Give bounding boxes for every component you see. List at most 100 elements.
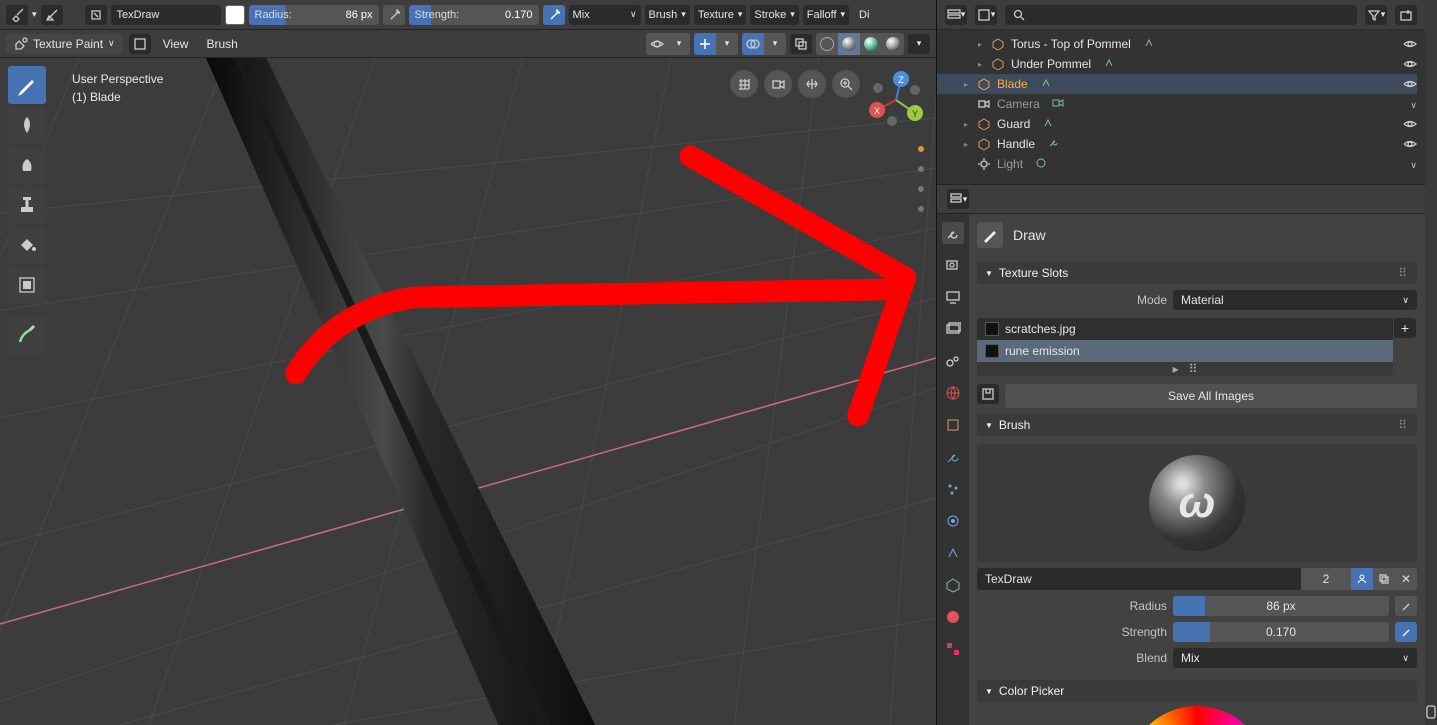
menu-falloff-popover[interactable]: Falloff (803, 5, 849, 25)
overlay-dropdown-caret[interactable]: ▾ (668, 33, 690, 55)
outliner-search[interactable] (1005, 5, 1357, 25)
tab-scene[interactable] (942, 350, 964, 372)
visibility-eye-icon[interactable] (1403, 77, 1417, 91)
menu-brush-sub[interactable]: Brush (200, 35, 243, 53)
orientation-gizmo[interactable]: X Y Z (866, 70, 926, 130)
blend-mode-dropdown[interactable]: Mix ∨ (569, 5, 641, 25)
visibility-eye-icon[interactable] (1403, 137, 1417, 151)
menu-display-truncated[interactable]: Di (853, 7, 875, 23)
menu-texture-popover[interactable]: Texture (694, 5, 747, 25)
shading-material[interactable] (860, 33, 882, 55)
viewport-zoom-icon[interactable] (832, 70, 860, 98)
visibility-chevron-icon[interactable]: ∨ (1410, 157, 1417, 171)
brush-quick-icon[interactable] (41, 5, 63, 25)
disclosure-icon[interactable]: ▸ (975, 60, 985, 69)
section-brush[interactable]: ▼ Brush ⠿ (977, 414, 1417, 436)
outliner-item-blade[interactable]: Blade (997, 77, 1028, 91)
outliner-new-collection[interactable] (1395, 5, 1417, 25)
properties-content[interactable]: Draw ▼ Texture Slots ⠿ Mode Material∨ (969, 214, 1425, 725)
overlays-dropdown-caret[interactable]: ▾ (764, 33, 786, 55)
shading-dropdown-caret[interactable]: ▾ (908, 34, 930, 54)
disclosure-icon[interactable]: ▸ (975, 40, 985, 49)
visibility-eye-icon[interactable] (1403, 37, 1417, 51)
face-select-toggle[interactable] (129, 34, 151, 54)
viewport-3d[interactable]: User Perspective (1) Blade (0, 58, 936, 725)
blend-dropdown-prop[interactable]: Mix∨ (1173, 648, 1417, 668)
tab-active-tool[interactable] (942, 222, 964, 244)
shading-wireframe[interactable] (816, 33, 838, 55)
fake-user-toggle[interactable] (1351, 568, 1373, 590)
viewport-camera-icon[interactable] (764, 70, 792, 98)
radius-field[interactable]: Radius: 86 px (249, 5, 379, 25)
brush-unlink[interactable]: ✕ (1395, 568, 1417, 590)
mode-dropdown[interactable]: Texture Paint ∨ (6, 34, 123, 54)
visibility-chevron-icon[interactable]: ∨ (1410, 97, 1417, 111)
modifier-icon[interactable] (1103, 57, 1117, 71)
wrench-icon[interactable] (1047, 137, 1061, 151)
tab-particles[interactable] (942, 478, 964, 500)
menu-stroke-popover[interactable]: Stroke (750, 5, 798, 25)
brush-name-input[interactable]: TexDraw (977, 568, 1301, 590)
radius-slider[interactable]: 86 px (1173, 596, 1389, 616)
xray-toggle[interactable] (790, 34, 812, 54)
save-image-icon[interactable] (977, 384, 999, 404)
brush-duplicate[interactable] (1373, 568, 1395, 590)
outliner-tree[interactable]: ▸ Torus - Top of Pommel ▸ Under Pommel ▸… (937, 30, 1425, 184)
tab-object[interactable] (942, 414, 964, 436)
disclosure-icon[interactable]: ▸ (961, 140, 971, 149)
tab-physics[interactable] (942, 510, 964, 532)
tab-output[interactable] (942, 286, 964, 308)
modifier-icon[interactable] (1040, 77, 1054, 91)
slot-rune-emission[interactable]: rune emission (977, 340, 1393, 362)
tool-fill[interactable] (8, 226, 46, 264)
visibility-eye-icon[interactable] (1403, 117, 1417, 131)
tool-clone[interactable] (8, 186, 46, 224)
brush-name-field[interactable]: TexDraw (111, 5, 221, 25)
menu-brush-popover[interactable]: Brush (645, 5, 690, 25)
tool-mask[interactable] (8, 266, 46, 304)
overlays-toggle[interactable] (742, 33, 764, 55)
outliner-view-mode[interactable]: ▾ (975, 5, 997, 25)
menu-view[interactable]: View (157, 35, 195, 53)
shading-rendered[interactable] (882, 33, 904, 55)
brush-preview[interactable]: ω (977, 444, 1417, 562)
tool-draw[interactable] (8, 66, 46, 104)
color-wheel[interactable] (977, 706, 1417, 725)
strength-pressure-toggle[interactable] (543, 5, 565, 25)
section-texture-slots[interactable]: ▼ Texture Slots ⠿ (977, 262, 1417, 284)
brush-preset-caret[interactable]: ▾ (32, 9, 37, 20)
outliner-item-torus[interactable]: Torus - Top of Pommel (1011, 37, 1131, 51)
properties-editor-type[interactable]: ▾ (947, 189, 969, 209)
disclosure-icon[interactable]: ▸ (961, 80, 971, 89)
color-swatch[interactable] (225, 5, 245, 25)
texture-slot-list[interactable]: scratches.jpg rune emission ▸ ⠿ (977, 318, 1393, 376)
tab-constraints[interactable] (942, 542, 964, 564)
scroll-handle-icon[interactable] (1426, 705, 1436, 719)
gizmo-toggle[interactable] (694, 33, 716, 55)
brush-link-icon[interactable] (85, 5, 107, 25)
camera-data-icon[interactable] (1052, 97, 1066, 111)
brush-users-count[interactable]: 2 (1301, 568, 1351, 590)
overlay-visibility-toggle[interactable] (646, 33, 668, 55)
outliner-item-under-pommel[interactable]: Under Pommel (1011, 57, 1091, 71)
radius-pressure-toggle[interactable] (383, 5, 405, 25)
strength-pressure-prop[interactable] (1395, 622, 1417, 642)
strength-field[interactable]: Strength: 0.170 (409, 5, 539, 25)
brush-preset-icon[interactable] (6, 5, 28, 25)
tool-soften[interactable] (8, 106, 46, 144)
slot-expand-handle[interactable]: ▸ ⠿ (977, 362, 1393, 376)
outliner-item-guard[interactable]: Guard (997, 117, 1030, 131)
modifier-icon[interactable] (1143, 37, 1157, 51)
tab-world[interactable] (942, 382, 964, 404)
tab-material[interactable] (942, 606, 964, 628)
save-all-images-button[interactable]: Save All Images (1005, 384, 1417, 408)
tab-render[interactable] (942, 254, 964, 276)
tab-modifiers[interactable] (942, 446, 964, 468)
section-color-picker[interactable]: ▼ Color Picker ⠿ (977, 680, 1417, 702)
modifier-icon[interactable] (1042, 117, 1056, 131)
tab-view-layer[interactable] (942, 318, 964, 340)
gizmo-dropdown-caret[interactable]: ▾ (716, 33, 738, 55)
light-data-icon[interactable] (1035, 157, 1049, 171)
outliner-item-light[interactable]: Light (997, 157, 1023, 171)
viewport-grid-icon[interactable] (730, 70, 758, 98)
